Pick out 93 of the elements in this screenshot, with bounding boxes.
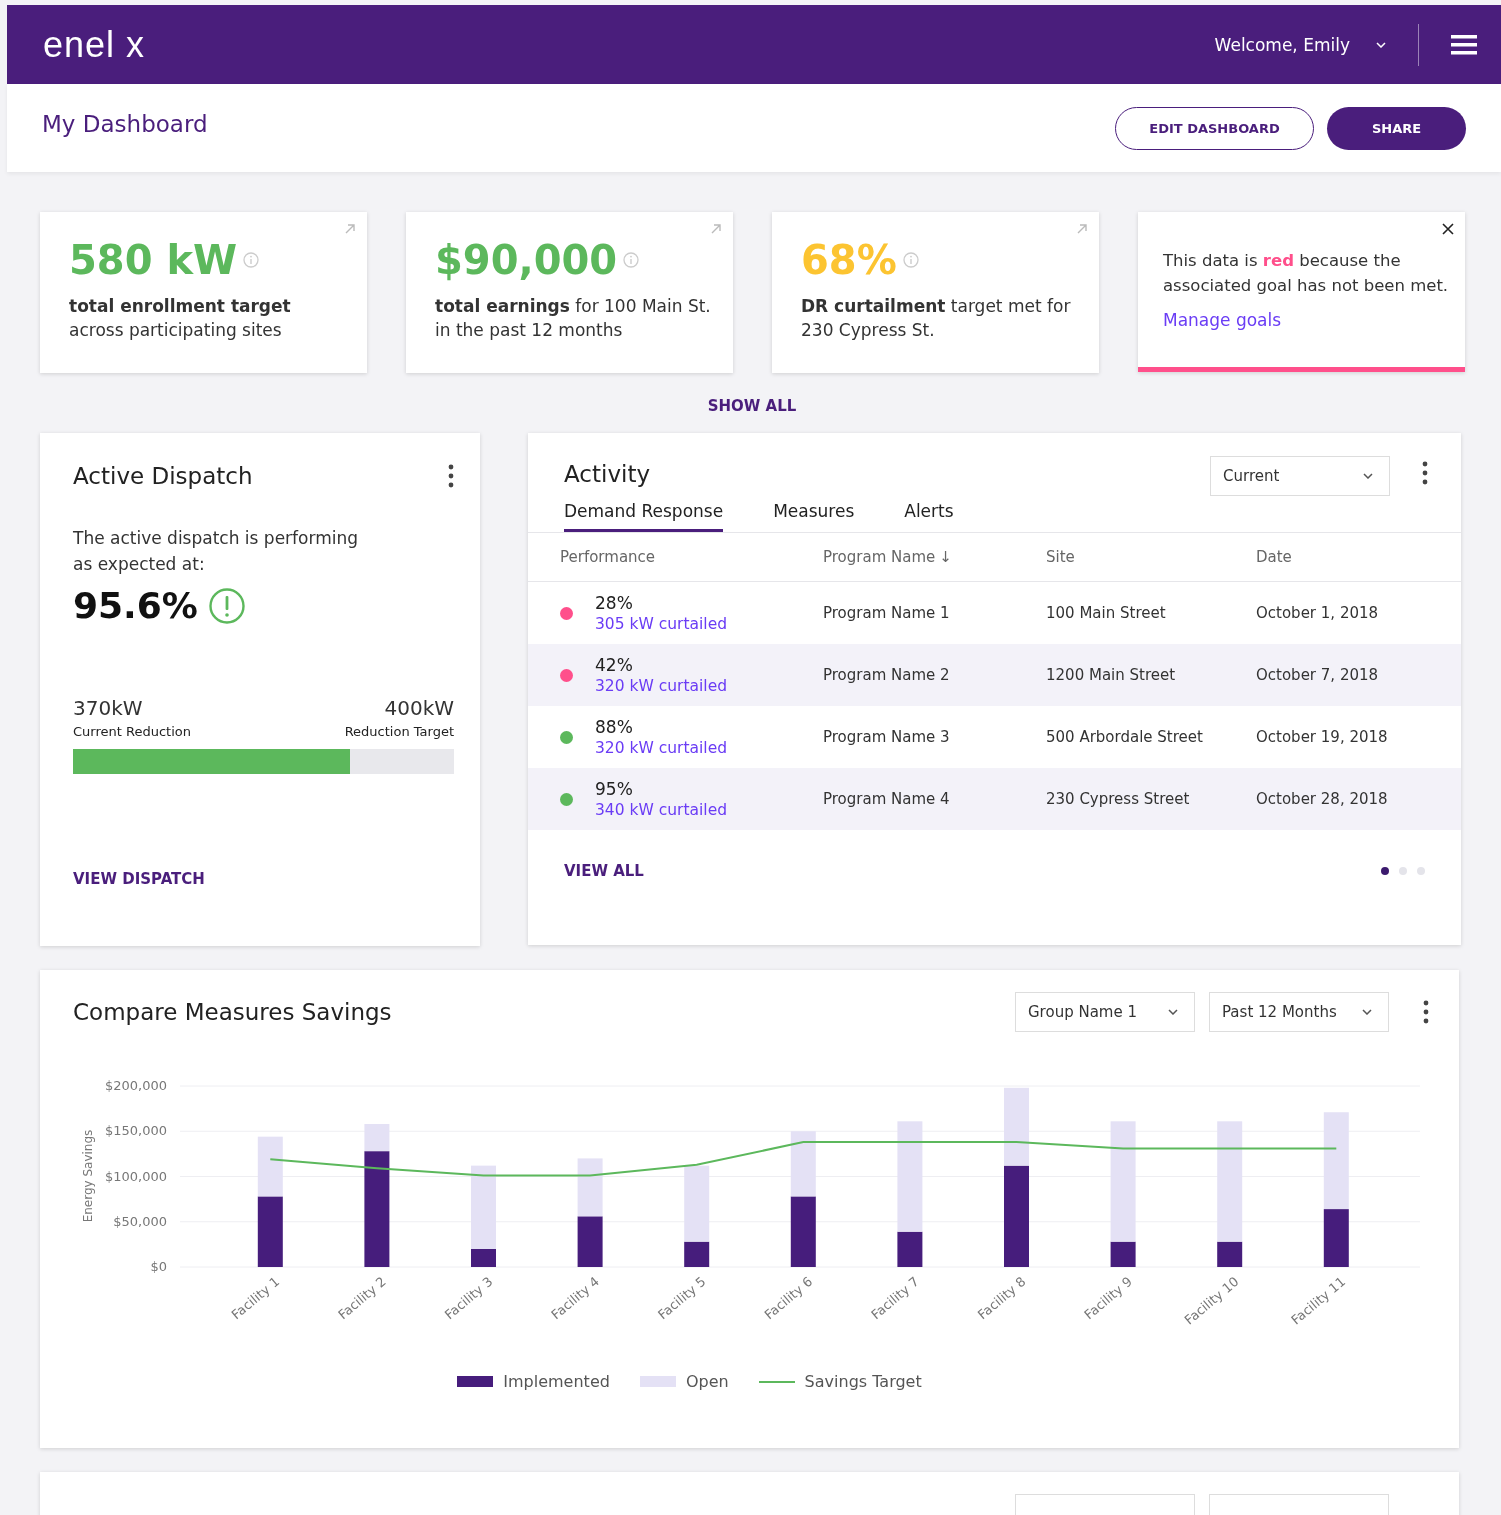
metric-description: total earnings for 100 Main St. in the past 12 months: [435, 295, 712, 342]
tab[interactable]: Demand Response: [564, 501, 724, 532]
page-dot[interactable]: [1381, 867, 1389, 875]
expand-icon[interactable]: [1076, 223, 1088, 235]
bar: [790, 1196, 816, 1267]
expand-icon[interactable]: [344, 223, 356, 235]
more-icon[interactable]: [1423, 1000, 1429, 1024]
expand-icon[interactable]: [710, 223, 722, 235]
table-cell-text: October 1, 2018: [1256, 604, 1380, 622]
tab[interactable]: Measures: [773, 501, 855, 532]
performance-value: 88%: [595, 717, 634, 737]
legend-swatch: [639, 1376, 676, 1387]
manage-goals-link[interactable]: Manage goals: [1163, 310, 1282, 330]
dispatch-value: 95.6%: [73, 585, 198, 626]
table-cell-text: 230 Cypress Street: [1046, 790, 1191, 808]
axis-label: $200,000: [104, 1078, 167, 1093]
more-icon[interactable]: [448, 464, 454, 488]
more-icon[interactable]: [1422, 461, 1428, 485]
dropdown[interactable]: Current: [1210, 456, 1390, 496]
bar: [257, 1196, 283, 1267]
metric-value: $90,000: [435, 236, 618, 285]
axis-label: $50,000: [113, 1213, 167, 1229]
menu-icon[interactable]: [1451, 34, 1477, 55]
sort-icon[interactable]: ↓: [939, 548, 952, 566]
column-header[interactable]: Program Name: [823, 548, 936, 566]
show-all-link[interactable]: SHOW ALL: [707, 397, 797, 415]
bar: [577, 1216, 603, 1267]
chevron-down-icon: [1376, 41, 1386, 48]
table-cell-text: Program Name 4: [823, 790, 951, 808]
table-cell-text: Program Name 1: [823, 604, 951, 622]
axis-label: $150,000: [104, 1123, 167, 1139]
metric-description: DR curtailment target met for 230 Cypress St.: [801, 295, 1072, 342]
chevron-down-icon: [1362, 1009, 1372, 1015]
chevron-down-icon: [1168, 1009, 1178, 1015]
legend-swatch: [457, 1376, 494, 1387]
axis-label: $100,000: [104, 1168, 167, 1184]
page-title: My Dashboard: [42, 111, 208, 137]
legend-label: Open: [685, 1372, 729, 1391]
column-header[interactable]: Performance: [560, 548, 823, 566]
metric-value: 580 kW: [69, 236, 238, 285]
reduction-target-value: 400kW: [384, 696, 454, 720]
page-dot[interactable]: [1399, 867, 1407, 875]
card-title: Active Dispatch: [73, 463, 253, 489]
curtailed-link[interactable]: 340 kW curtailed: [595, 801, 728, 819]
page-dot[interactable]: [1417, 867, 1425, 875]
reduction-target-label: Reduction Target: [344, 724, 454, 739]
view-dispatch-link[interactable]: VIEW DISPATCH: [73, 870, 454, 888]
axis-title: Energy Savings: [81, 1129, 95, 1223]
alert-icon: [207, 586, 246, 625]
performance-value: 95%: [595, 779, 634, 799]
legend-label: Implemented: [503, 1372, 610, 1391]
metric-description: total enrollment target across participating sites: [69, 295, 292, 342]
curtailed-link[interactable]: 320 kW curtailed: [595, 677, 728, 695]
table-cell-text: October 7, 2018: [1256, 666, 1380, 684]
performance-value: 42%: [595, 655, 634, 675]
logo[interactable]: enel x: [43, 23, 146, 66]
performance-value: 28%: [595, 593, 634, 613]
bar: [790, 1131, 816, 1197]
tab[interactable]: Alerts: [904, 501, 954, 532]
dropdown[interactable]: Past 12 Months: [1209, 992, 1389, 1032]
user-menu[interactable]: Welcome, Emily: [1214, 34, 1386, 55]
chevron-down-icon: [1363, 473, 1373, 479]
curtailed-link[interactable]: 305 kW curtailed: [595, 615, 728, 633]
table-cell-text: 1200 Main Street: [1046, 666, 1177, 684]
bar: [577, 1158, 603, 1217]
current-reduction-value: 370kW: [73, 696, 144, 720]
curtailed-link[interactable]: 320 kW curtailed: [595, 739, 728, 757]
table-cell-text: 500 Arbordale Street: [1046, 728, 1204, 746]
info-icon: [623, 252, 640, 268]
metric-value: 68%: [801, 236, 897, 285]
share-button[interactable]: SHARE: [1327, 106, 1466, 150]
edit-button[interactable]: EDIT DASHBOARD: [1115, 106, 1314, 150]
legend-label: Savings Target: [804, 1372, 922, 1391]
view-all-link[interactable]: VIEW ALL: [564, 862, 644, 880]
table-cell-text: 100 Main Street: [1046, 604, 1167, 622]
table-cell-text: October 28, 2018: [1256, 790, 1389, 808]
close-icon[interactable]: [1442, 223, 1454, 235]
dispatch-description: The active dispatch is performing as expected at:: [73, 527, 359, 576]
axis-label: $0: [150, 1259, 167, 1274]
column-header[interactable]: Site: [1046, 548, 1256, 566]
column-header[interactable]: Date: [1256, 548, 1461, 566]
card-title: Activity: [564, 461, 651, 487]
card-title: Compare Measures Savings: [73, 999, 392, 1025]
legend-swatch: [758, 1380, 795, 1383]
notice-text: This data is red because the associated goal has not been met.: [1163, 250, 1450, 297]
dropdown[interactable]: Group Name 1: [1015, 992, 1195, 1032]
table-cell-text: Program Name 3: [823, 728, 951, 746]
info-icon: [902, 252, 919, 268]
bar: [257, 1136, 283, 1197]
info-icon: [243, 252, 260, 268]
current-reduction-label: Current Reduction: [73, 724, 191, 739]
table-cell-text: Program Name 2: [823, 666, 951, 684]
table-cell-text: October 19, 2018: [1256, 728, 1389, 746]
